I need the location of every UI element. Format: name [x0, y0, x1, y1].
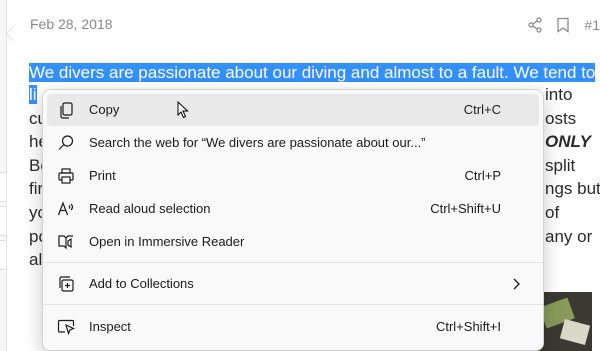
card-pointer: [5, 25, 22, 42]
menu-item-read-aloud[interactable]: Read aloud selection Ctrl+Shift+U: [47, 193, 539, 225]
menu-item-shortcut: Ctrl+C: [463, 102, 501, 117]
post-line-fragment: into: [545, 85, 573, 104]
immersive-reader-icon: [57, 233, 75, 251]
menu-item-label: Read aloud selection: [89, 201, 211, 216]
collections-icon: [57, 275, 75, 293]
menu-item-print[interactable]: Print Ctrl+P: [47, 160, 539, 192]
menu-item-label: Open in Immersive Reader: [89, 234, 245, 249]
menu-item-copy[interactable]: Copy Ctrl+C: [47, 94, 539, 126]
bookmark-icon[interactable]: [552, 14, 574, 36]
post-toolbar: #1: [524, 14, 600, 36]
read-aloud-icon: [57, 200, 75, 218]
menu-item-label: Search the web for “We divers are passio…: [89, 135, 426, 150]
post-image[interactable]: [536, 292, 592, 351]
post-line: al: [29, 250, 43, 269]
menu-item-inspect[interactable]: Inspect Ctrl+Shift+I: [47, 311, 539, 343]
post-number[interactable]: #1: [584, 17, 600, 33]
context-menu: Copy Ctrl+C Search the web for “We diver…: [42, 89, 544, 351]
menu-item-shortcut: Ctrl+Shift+U: [430, 201, 501, 216]
copy-icon: [57, 101, 75, 119]
print-icon: [57, 167, 75, 185]
post-line-fragment: ngs but: [545, 179, 600, 198]
selected-text[interactable]: li: [29, 85, 37, 104]
menu-item-label: Add to Collections: [89, 276, 194, 291]
menu-separator: [43, 304, 543, 305]
post-date: Feb 28, 2018: [30, 16, 113, 32]
post-line-fragment: ONLY: [545, 132, 591, 151]
menu-item-label: Print: [89, 168, 116, 183]
mouse-cursor-icon: [177, 100, 189, 119]
menu-item-search-web[interactable]: Search the web for “We divers are passio…: [47, 127, 539, 159]
post-line-fragment: osts: [545, 109, 577, 128]
selected-text[interactable]: We divers are passionate about our divin…: [29, 63, 596, 82]
menu-item-add-to-collections[interactable]: Add to Collections: [47, 268, 539, 300]
post-line: li: [29, 84, 37, 106]
chevron-right-icon: [509, 276, 523, 292]
menu-item-immersive-reader[interactable]: Open in Immersive Reader: [47, 226, 539, 258]
menu-item-shortcut: Ctrl+P: [464, 168, 501, 183]
post-line-fragment: any or: [545, 227, 593, 246]
share-icon[interactable]: [524, 14, 546, 36]
post-line-fragment: of: [545, 203, 560, 222]
inspect-icon: [57, 318, 75, 336]
menu-separator: [43, 262, 543, 263]
menu-item-label: Copy: [89, 102, 120, 117]
post-line-fragment: split: [545, 156, 576, 175]
post-line: We divers are passionate about our divin…: [29, 62, 596, 84]
menu-item-shortcut: Ctrl+Shift+I: [435, 319, 501, 334]
search-icon: [57, 134, 75, 152]
menu-item-label: Inspect: [89, 319, 131, 334]
